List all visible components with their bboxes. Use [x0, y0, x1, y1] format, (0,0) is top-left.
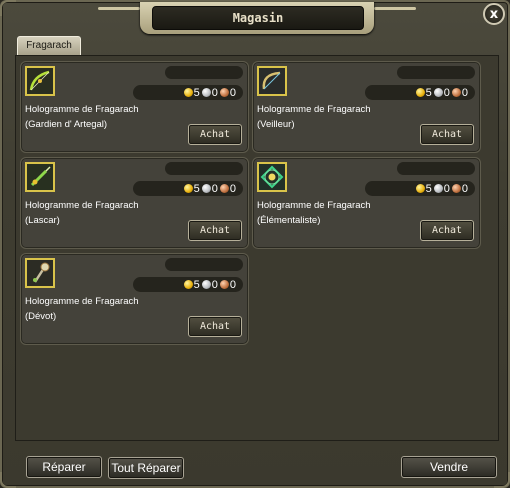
silver-coin-icon [201, 184, 211, 193]
item-title-bar [165, 258, 243, 271]
bronze-coin-icon [451, 184, 461, 193]
bronze-coin-icon [451, 88, 461, 97]
gold-coin-icon [183, 88, 193, 97]
title-ornament-right [374, 7, 416, 10]
bronze-coin-icon [219, 280, 229, 289]
window-title: Magasin [152, 6, 364, 30]
price-display: 5 0 0 [133, 85, 243, 100]
close-button[interactable]: x [483, 3, 505, 25]
item-name: Hologramme de Fragarach (Élémentaliste) [257, 198, 425, 228]
gold-amount: 5 [425, 182, 432, 195]
silver-amount: 0 [211, 86, 218, 99]
bronze-amount: 0 [229, 278, 236, 291]
price-display: 5 0 0 [365, 181, 475, 196]
item-name-line1: Hologramme de Fragarach [25, 104, 139, 115]
item-name-line2: (Dévot) [25, 311, 57, 322]
item-name: Hologramme de Fragarach (Veilleur) [257, 102, 425, 132]
orb-icon[interactable] [257, 162, 287, 192]
bronze-amount: 0 [229, 86, 236, 99]
silver-coin-icon [201, 280, 211, 289]
silver-amount: 0 [211, 278, 218, 291]
tab-fragarach[interactable]: Fragarach [17, 36, 81, 55]
shop-item: 5 0 0 Hologramme de Fragarach (Veilleur)… [252, 61, 481, 153]
sell-button[interactable]: Vendre [401, 456, 497, 478]
gold-coin-icon [415, 184, 425, 193]
item-name-line1: Hologramme de Fragarach [257, 200, 371, 211]
bronze-amount: 0 [229, 182, 236, 195]
item-name-line2: (Lascar) [25, 215, 60, 226]
staff-icon[interactable] [25, 258, 55, 288]
price-display: 5 0 0 [133, 277, 243, 292]
gold-amount: 5 [193, 278, 200, 291]
bow-icon[interactable] [25, 66, 55, 96]
silver-amount: 0 [443, 182, 450, 195]
silver-coin-icon [201, 88, 211, 97]
item-title-bar [397, 162, 475, 175]
buy-button[interactable]: Achat [420, 220, 474, 241]
shop-item: 5 0 0 Hologramme de Fragarach (Lascar) A… [20, 157, 249, 249]
buy-button[interactable]: Achat [188, 220, 242, 241]
repair-button[interactable]: Réparer [26, 456, 102, 478]
corner-ornament-bottom-left [0, 472, 16, 488]
title-ornament-left [98, 7, 140, 10]
item-title-bar [397, 66, 475, 79]
corner-ornament-top-left [0, 0, 16, 16]
item-name: Hologramme de Fragarach (Gardien d' Arte… [25, 102, 193, 132]
silver-coin-icon [433, 88, 443, 97]
shop-item: 5 0 0 Hologramme de Fragarach (Gardien d… [20, 61, 249, 153]
item-name-line1: Hologramme de Fragarach [25, 200, 139, 211]
bronze-amount: 0 [461, 182, 468, 195]
silver-coin-icon [433, 184, 443, 193]
item-list-panel: 5 0 0 Hologramme de Fragarach (Gardien d… [15, 55, 499, 441]
item-name-line2: (Élémentaliste) [257, 215, 321, 226]
bronze-coin-icon [219, 184, 229, 193]
item-name-line2: (Veilleur) [257, 119, 295, 130]
gold-coin-icon [183, 280, 193, 289]
shop-window: Magasin x Fragarach 5 0 0 Hologramme de … [0, 0, 510, 488]
longbow-icon[interactable] [257, 66, 287, 96]
silver-amount: 0 [211, 182, 218, 195]
item-name-line1: Hologramme de Fragarach [25, 296, 139, 307]
item-title-bar [165, 66, 243, 79]
buy-button[interactable]: Achat [188, 124, 242, 145]
price-display: 5 0 0 [133, 181, 243, 196]
item-name-line1: Hologramme de Fragarach [257, 104, 371, 115]
gold-amount: 5 [193, 182, 200, 195]
buy-button[interactable]: Achat [188, 316, 242, 337]
gold-coin-icon [183, 184, 193, 193]
shop-item: 5 0 0 Hologramme de Fragarach (Dévot) Ac… [20, 253, 249, 345]
buy-button[interactable]: Achat [420, 124, 474, 145]
dagger-icon[interactable] [25, 162, 55, 192]
bronze-coin-icon [219, 88, 229, 97]
gold-coin-icon [415, 88, 425, 97]
silver-amount: 0 [443, 86, 450, 99]
item-title-bar [165, 162, 243, 175]
bronze-amount: 0 [461, 86, 468, 99]
gold-amount: 5 [425, 86, 432, 99]
price-display: 5 0 0 [365, 85, 475, 100]
item-name-line2: (Gardien d' Artegal) [25, 119, 108, 130]
item-name: Hologramme de Fragarach (Lascar) [25, 198, 193, 228]
repair-all-button[interactable]: Tout Réparer [108, 457, 184, 479]
item-name: Hologramme de Fragarach (Dévot) [25, 294, 193, 324]
shop-item: 5 0 0 Hologramme de Fragarach (Élémental… [252, 157, 481, 249]
gold-amount: 5 [193, 86, 200, 99]
